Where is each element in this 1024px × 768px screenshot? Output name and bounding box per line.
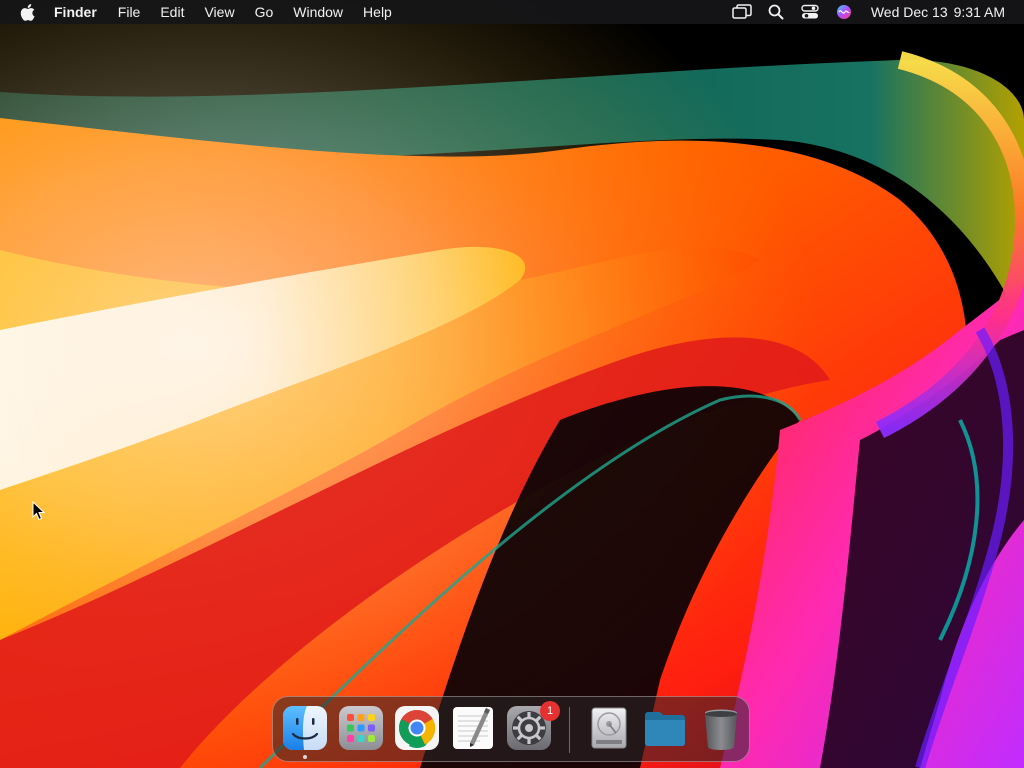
siri-icon[interactable] xyxy=(833,3,855,21)
menu-edit[interactable]: Edit xyxy=(150,0,194,24)
menu-file[interactable]: File xyxy=(108,0,151,24)
hard-drive-icon xyxy=(591,707,627,749)
textedit-icon xyxy=(453,707,493,749)
menu-go[interactable]: Go xyxy=(245,0,284,24)
dock-textedit[interactable] xyxy=(450,705,496,751)
menu-view[interactable]: View xyxy=(194,0,244,24)
running-indicator xyxy=(303,755,307,759)
menu-bar-clock[interactable]: Wed Dec 13 9:31 AM xyxy=(871,4,1005,20)
menu-window[interactable]: Window xyxy=(283,0,353,24)
clock-time: 9:31 AM xyxy=(953,4,1005,20)
dock: 1 xyxy=(272,696,750,762)
clock-date: Wed Dec 13 xyxy=(870,4,948,20)
dock-macintosh-hd[interactable] xyxy=(586,705,632,751)
dock-finder[interactable] xyxy=(282,705,328,759)
finder-icon xyxy=(283,706,327,750)
notification-badge: 1 xyxy=(540,701,560,721)
screen-mirroring-icon[interactable] xyxy=(731,3,753,21)
apple-logo-icon[interactable] xyxy=(19,3,35,21)
menu-app-finder[interactable]: Finder xyxy=(54,0,108,24)
menu-bar: Finder File Edit View Go Window Help Wed… xyxy=(0,0,1024,24)
menu-help[interactable]: Help xyxy=(353,0,402,24)
dock-chrome[interactable] xyxy=(394,705,440,751)
folder-icon xyxy=(645,712,685,746)
dock-separator xyxy=(569,707,570,753)
mouse-cursor-icon xyxy=(32,501,46,521)
trash-icon xyxy=(705,709,737,750)
dock-launchpad[interactable] xyxy=(338,705,384,751)
desktop[interactable]: Finder File Edit View Go Window Help Wed… xyxy=(0,0,1024,768)
dock-folder[interactable] xyxy=(642,705,688,751)
chrome-icon xyxy=(395,706,439,750)
dock-trash[interactable] xyxy=(698,705,744,751)
spotlight-search-icon[interactable] xyxy=(765,3,787,21)
dock-system-preferences[interactable]: 1 xyxy=(506,701,560,751)
launchpad-icon xyxy=(339,706,383,750)
control-center-icon[interactable] xyxy=(799,3,821,21)
desktop-wallpaper xyxy=(0,0,1024,768)
